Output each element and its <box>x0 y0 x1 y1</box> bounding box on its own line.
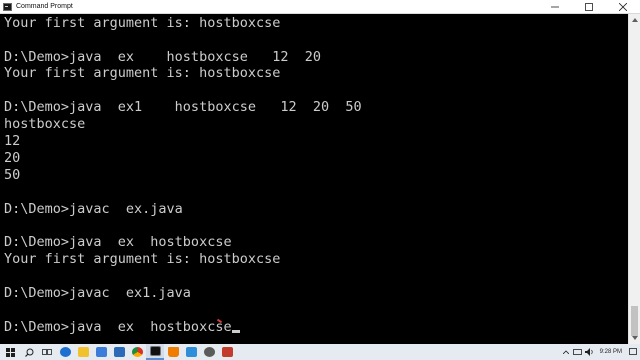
maximize-button[interactable] <box>572 0 606 13</box>
close-icon <box>619 2 627 11</box>
console-line: Your first argument is: hostboxcse <box>4 15 281 31</box>
edge-icon <box>59 347 71 357</box>
app-icon <box>221 347 233 357</box>
vlc-icon <box>167 347 179 357</box>
windows-start-icon <box>5 347 15 357</box>
file-explorer-icon <box>77 347 89 357</box>
title-bar[interactable]: Command Prompt <box>0 0 640 14</box>
console-line: D:\Demo>java ex hostboxcse <box>4 234 232 250</box>
chrome-button[interactable] <box>128 344 146 360</box>
store-button[interactable] <box>92 344 110 360</box>
search-button[interactable] <box>20 344 38 360</box>
start-button[interactable] <box>0 344 20 360</box>
search-icon <box>24 348 33 357</box>
vertical-scrollbar[interactable] <box>628 14 640 344</box>
photos-button[interactable] <box>182 344 200 360</box>
notifications-button[interactable] <box>626 344 640 360</box>
settings-button[interactable] <box>200 344 218 360</box>
chevron-down-icon <box>631 336 638 340</box>
console-line: D:\Demo>java ex hostboxcse 12 20 <box>4 49 321 65</box>
taskbar-clock[interactable]: 9:28 PM <box>600 349 622 356</box>
system-tray: 9:28 PM <box>560 344 640 360</box>
mail-button[interactable] <box>110 344 128 360</box>
chrome-icon <box>131 347 143 357</box>
store-icon <box>95 347 107 357</box>
clock-time: 9:28 PM <box>599 348 622 355</box>
mail-icon <box>113 347 125 357</box>
taskbar: 9:28 PM <box>0 344 640 360</box>
volume-button[interactable] <box>584 344 596 360</box>
scroll-thumb[interactable] <box>631 306 638 336</box>
volume-icon <box>585 348 593 356</box>
window-controls <box>538 0 640 13</box>
window-title: Command Prompt <box>16 3 73 10</box>
minimize-icon <box>551 6 559 7</box>
console-line: Your first argument is: hostboxcse <box>4 65 281 81</box>
network-button[interactable] <box>572 344 584 360</box>
console-line: 50 <box>4 167 21 183</box>
console-current-input: D:\Demo>java ex hostboxcse <box>4 319 232 335</box>
photos-icon <box>185 347 197 357</box>
notification-icon <box>629 348 637 355</box>
settings-icon <box>203 347 215 357</box>
minimize-button[interactable] <box>538 0 572 13</box>
maximize-icon <box>585 2 593 11</box>
console-prompt-line[interactable]: D:\Demo>java ex hostboxcse <box>4 319 240 335</box>
console-line: 12 <box>4 133 21 149</box>
close-button[interactable] <box>606 0 640 13</box>
task-view-icon <box>42 349 52 355</box>
console-line: D:\Demo>java ex1 hostboxcse 12 20 50 <box>4 99 362 115</box>
tray-chevron-button[interactable] <box>560 344 572 360</box>
console-output[interactable]: Your first argument is: hostboxcse D:\De… <box>0 14 628 344</box>
vlc-button[interactable] <box>164 344 182 360</box>
chevron-up-icon <box>631 18 638 22</box>
console-line: Your first argument is: hostboxcse <box>4 251 281 267</box>
command-prompt-icon <box>3 2 12 11</box>
app-button[interactable] <box>218 344 236 360</box>
console-line: D:\Demo>javac ex1.java <box>4 285 191 301</box>
task-view-button[interactable] <box>38 344 56 360</box>
scroll-down-button[interactable] <box>629 333 640 343</box>
command-prompt-icon <box>149 346 161 356</box>
edge-button[interactable] <box>56 344 74 360</box>
text-cursor <box>231 330 240 333</box>
command-prompt-taskbar-button[interactable] <box>146 344 164 360</box>
console-line: 20 <box>4 150 21 166</box>
console-line: D:\Demo>javac ex.java <box>4 201 183 217</box>
network-icon <box>573 348 583 355</box>
file-explorer-button[interactable] <box>74 344 92 360</box>
chevron-up-icon <box>562 350 569 354</box>
console-line: hostboxcse <box>4 116 86 132</box>
scroll-up-button[interactable] <box>629 15 640 25</box>
